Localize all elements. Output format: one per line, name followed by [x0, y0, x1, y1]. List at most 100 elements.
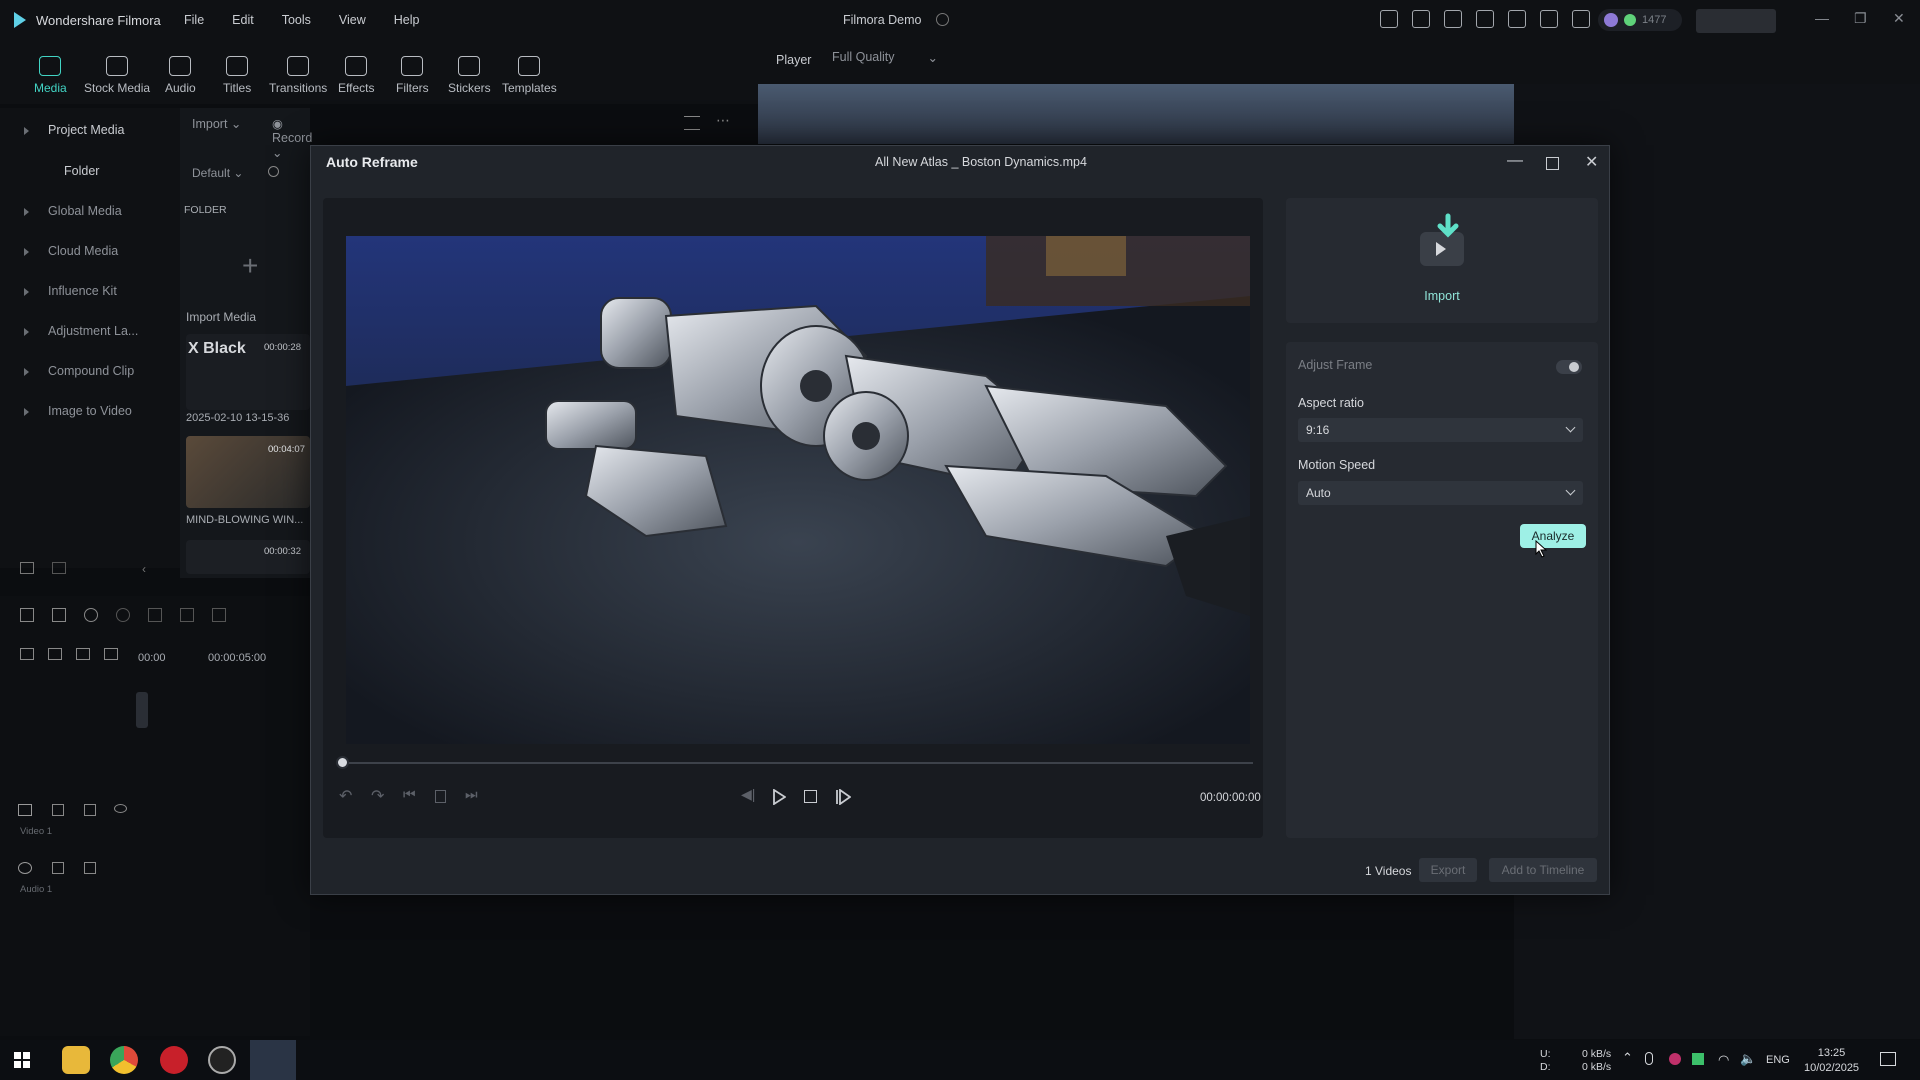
tray-app-icon[interactable]	[1669, 1053, 1681, 1065]
import-dropdown[interactable]: Import ⌄	[192, 116, 241, 131]
delete-icon[interactable]	[148, 608, 162, 622]
link-icon[interactable]	[48, 648, 62, 660]
clock[interactable]: 13:25 10/02/2025	[1804, 1046, 1859, 1076]
playback-scrubber[interactable]	[339, 762, 1253, 764]
tool-titles[interactable]: Titles	[223, 56, 251, 95]
timeline-playhead[interactable]	[136, 692, 148, 728]
add-media-icon[interactable]: +	[242, 252, 258, 280]
tool-templates[interactable]: Templates	[502, 56, 557, 95]
menu-file[interactable]: File	[184, 13, 204, 27]
sidebar-item-global-media[interactable]: Global Media	[48, 204, 122, 218]
notification-icon[interactable]	[1880, 1052, 1896, 1066]
wifi-icon[interactable]: ◠	[1718, 1052, 1729, 1068]
play-icon[interactable]	[772, 789, 786, 805]
tray-app-icon[interactable]	[1692, 1053, 1704, 1065]
screen-recorder-icon[interactable]	[208, 1046, 236, 1074]
account-button[interactable]	[1696, 9, 1776, 33]
next-frame-icon[interactable]	[835, 789, 851, 805]
motion-speed-select[interactable]: Auto	[1298, 481, 1583, 505]
sidebar-item-image-to-video[interactable]: Image to Video	[48, 404, 132, 418]
menu-help[interactable]: Help	[394, 13, 420, 27]
skip-end-icon[interactable]: ⏭	[465, 786, 478, 803]
volume-icon[interactable]: 🔈	[1740, 1051, 1756, 1067]
mute-icon[interactable]	[84, 862, 96, 874]
show-hidden-icons[interactable]: ⌃	[1622, 1050, 1633, 1066]
analyze-button[interactable]: Analyze	[1520, 524, 1586, 548]
minimize-icon[interactable]: —	[1815, 10, 1829, 26]
visibility-icon[interactable]	[114, 804, 127, 813]
file-explorer-icon[interactable]	[62, 1046, 90, 1074]
restore-icon[interactable]: ❐	[1854, 10, 1867, 27]
scrubber-handle[interactable]	[336, 756, 349, 769]
menu-view[interactable]: View	[339, 13, 366, 27]
undo-icon[interactable]	[84, 608, 98, 622]
sidebar-item-compound-clip[interactable]: Compound Clip	[48, 364, 134, 378]
cut-icon[interactable]	[180, 608, 194, 622]
select-icon[interactable]	[52, 608, 66, 622]
cloud-icon[interactable]	[1508, 10, 1526, 28]
tool-effects[interactable]: Effects	[338, 56, 374, 95]
close-icon[interactable]: ✕	[1585, 152, 1598, 172]
more-options-icon[interactable]: ⋯	[716, 112, 730, 129]
credits-badge[interactable]: 1477	[1598, 9, 1682, 31]
tool-stickers[interactable]: Stickers	[448, 56, 491, 95]
filmora-taskbar-icon[interactable]	[250, 1040, 296, 1080]
collapse-panel-icon[interactable]: ‹	[142, 562, 146, 576]
microphone-icon[interactable]	[1645, 1052, 1653, 1065]
video-preview[interactable]	[346, 236, 1250, 744]
adjust-frame-toggle[interactable]	[1556, 360, 1582, 374]
previous-frame-icon[interactable]: ◀​|	[741, 786, 755, 803]
quality-select[interactable]: Full Quality ⌄	[832, 50, 942, 70]
export-button[interactable]: Export	[1419, 858, 1477, 882]
add-to-timeline-button[interactable]: Add to Timeline	[1489, 858, 1597, 882]
opera-icon[interactable]	[160, 1046, 188, 1074]
monitor-icon[interactable]	[1444, 10, 1462, 28]
sidebar-item-folder[interactable]: Folder	[64, 164, 99, 178]
sidebar-item-adjustment-layer[interactable]: Adjustment La...	[48, 324, 138, 338]
new-folder-icon[interactable]	[20, 562, 34, 574]
magnet-icon[interactable]	[104, 648, 118, 660]
search-icon[interactable]	[268, 166, 279, 177]
tool-audio[interactable]: Audio	[165, 56, 196, 95]
lock-icon[interactable]	[52, 862, 64, 874]
group-icon[interactable]	[76, 648, 90, 660]
sidebar-item-influence-kit[interactable]: Influence Kit	[48, 284, 117, 298]
chrome-icon[interactable]	[110, 1046, 138, 1074]
windows-start-icon[interactable]	[14, 1052, 30, 1068]
import-card[interactable]: Import	[1286, 198, 1598, 323]
filter-icon[interactable]	[684, 116, 700, 130]
stop-icon[interactable]	[804, 790, 817, 803]
tool-stock-media[interactable]: Stock Media	[84, 56, 150, 95]
support-icon[interactable]	[1540, 10, 1558, 28]
skip-start-icon[interactable]: ⏮	[403, 786, 416, 803]
menu-tools[interactable]: Tools	[282, 13, 311, 27]
sort-dropdown[interactable]: Default ⌄	[192, 166, 243, 180]
sidebar-item-project-media[interactable]: Project Media	[48, 123, 124, 137]
apps-grid-icon[interactable]	[1572, 10, 1590, 28]
tool-transitions[interactable]: Transitions	[269, 56, 327, 95]
redo-icon[interactable]	[116, 608, 130, 622]
sidebar-item-cloud-media[interactable]: Cloud Media	[48, 244, 118, 258]
send-icon[interactable]	[1380, 10, 1398, 28]
menu-edit[interactable]: Edit	[232, 13, 254, 27]
add-track-icon[interactable]	[20, 648, 34, 660]
grid-icon[interactable]	[20, 608, 34, 622]
record-dropdown[interactable]: ◉ Record ⌄	[272, 116, 312, 160]
delete-icon[interactable]	[435, 790, 446, 803]
mute-icon[interactable]	[84, 804, 96, 816]
project-info-icon[interactable]	[936, 13, 949, 26]
save-icon[interactable]	[1476, 10, 1494, 28]
close-icon[interactable]: ✕	[1893, 10, 1905, 27]
layout-icon[interactable]	[1412, 10, 1430, 28]
language-indicator[interactable]: ENG	[1766, 1054, 1790, 1066]
redo-icon[interactable]: ↷	[371, 786, 384, 806]
undo-icon[interactable]: ↶	[339, 786, 352, 806]
maximize-icon[interactable]	[1546, 157, 1559, 170]
aspect-ratio-select[interactable]: 9:16	[1298, 418, 1583, 442]
folder-icon[interactable]	[52, 562, 66, 574]
tool-filters[interactable]: Filters	[396, 56, 429, 95]
minimize-icon[interactable]: —	[1507, 152, 1523, 170]
lock-icon[interactable]	[52, 804, 64, 816]
crop-icon[interactable]	[212, 608, 226, 622]
tool-media[interactable]: Media	[34, 56, 67, 95]
